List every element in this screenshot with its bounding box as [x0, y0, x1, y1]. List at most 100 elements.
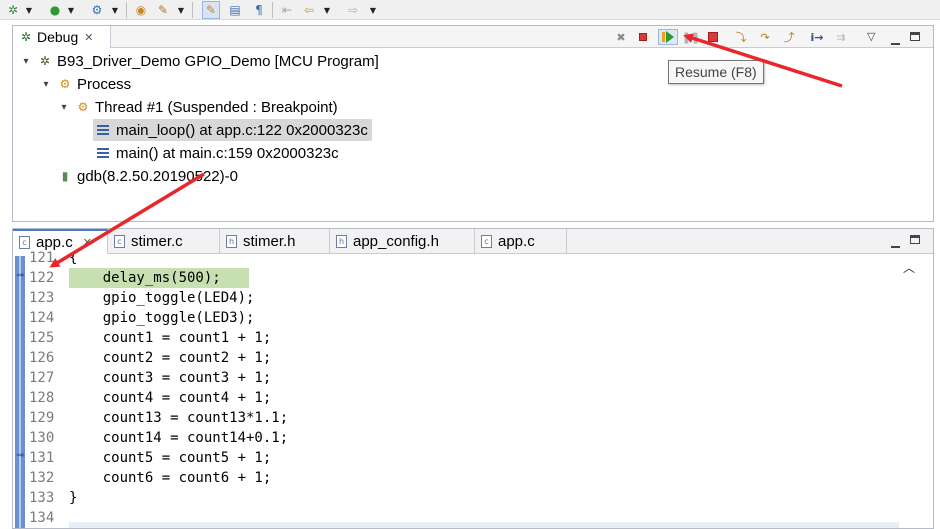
thread-label: Thread #1 (Suspended : Breakpoint)	[95, 98, 338, 116]
annotation-ruler	[15, 256, 25, 528]
search-icon[interactable]: ✎	[154, 1, 172, 19]
code-line[interactable]: count2 = count2 + 1;	[69, 348, 899, 368]
line-number: 129	[29, 410, 55, 426]
line-number: 134	[29, 510, 55, 526]
stack-frame-icon	[97, 125, 109, 135]
step-into-icon[interactable]: ⤵	[733, 29, 749, 45]
toolbar-separator	[126, 2, 127, 18]
stack-frame-label: main() at main.c:159 0x2000323c	[116, 144, 339, 162]
minimize-icon[interactable]	[891, 35, 900, 48]
maximize-icon[interactable]	[910, 31, 920, 44]
line-number: 131	[29, 450, 55, 466]
open-type-icon[interactable]: ◉	[132, 1, 150, 19]
code-line[interactable]: {	[69, 248, 899, 268]
code-line[interactable]: count13 = count13*1.1;	[69, 408, 899, 428]
expand-icon[interactable]: ▾	[41, 79, 51, 90]
current-code-line[interactable]: delay_ms(500);	[69, 268, 899, 288]
line-number: 130	[29, 430, 55, 446]
code-line[interactable]: gpio_toggle(LED3);	[69, 308, 899, 328]
code-area[interactable]: { delay_ms(500); gpio_toggle(LED4); gpio…	[69, 248, 899, 528]
show-whitespace-icon[interactable]: ¶	[250, 1, 268, 19]
line-number: 132	[29, 470, 55, 486]
toolbar-separator	[272, 2, 273, 18]
chevron-down-icon[interactable]: ▼	[24, 1, 34, 19]
stack-frame-main[interactable]: main() at main.c:159 0x2000323c	[93, 142, 343, 164]
process-icon: ⚙	[59, 77, 71, 91]
tree-thread[interactable]: ▾ ⚙ Thread #1 (Suspended : Breakpoint)	[59, 96, 338, 118]
mark-occurrences-icon[interactable]: ✎	[202, 1, 220, 19]
scroll-up-icon[interactable]: ︿	[903, 259, 915, 276]
launch-label: B93_Driver_Demo GPIO_Demo [MCU Program]	[57, 52, 379, 70]
h-file-icon: h	[226, 235, 237, 248]
debug-bug-icon[interactable]: ✲	[4, 1, 22, 19]
close-icon[interactable]: ✕	[84, 31, 93, 44]
terminate-icon[interactable]	[705, 29, 721, 45]
code-line[interactable]: count5 = count5 + 1;	[69, 448, 899, 468]
maximize-icon[interactable]	[910, 234, 920, 247]
stack-frame-icon	[97, 148, 109, 158]
current-line-highlight: delay_ms(500);	[69, 268, 249, 288]
back-icon[interactable]: ⇦	[300, 1, 318, 19]
block-selection-icon[interactable]: ▤	[226, 1, 244, 19]
stop-icon-red[interactable]	[635, 29, 651, 45]
code-line[interactable]: count3 = count3 + 1;	[69, 368, 899, 388]
debug-view-tabbar: ✲ Debug ✕ ✖ ❚❚ ⤵ ↷ ⤴ i→ ⇉ ▽	[13, 26, 933, 48]
tree-process[interactable]: ▾ ⚙ Process	[41, 73, 131, 95]
step-return-icon[interactable]: ⤴	[781, 29, 797, 45]
chevron-down-icon[interactable]: ▼	[176, 1, 186, 19]
code-editor: c app.c ✕ c stimer.c h stimer.h h app_co…	[12, 228, 934, 529]
debug-view: ✲ Debug ✕ ✖ ❚❚ ⤵ ↷ ⤴ i→ ⇉ ▽ ▾ ✲ B93_Driv…	[12, 25, 934, 222]
step-over-icon[interactable]: ↷	[757, 29, 773, 45]
line-numbers: 121 122 123 124 125 126 127 128 129 130 131 132 133 1…	[25, 248, 65, 528]
instruction-pointer-icon: ⇒	[16, 270, 25, 281]
toolbar-separator	[192, 2, 193, 18]
code-line[interactable]: }	[69, 488, 899, 508]
external-tools-icon[interactable]: ⚙	[88, 1, 106, 19]
tab-debug-label: Debug	[37, 29, 79, 45]
view-menu-icon[interactable]: ▽	[867, 30, 875, 43]
line-number: 123	[29, 290, 55, 306]
tree-gdb[interactable]: ▮ gdb(8.2.50.20190522)-0	[57, 165, 238, 187]
resume-tooltip: Resume (F8)	[668, 60, 764, 84]
gdb-label: gdb(8.2.50.20190522)-0	[77, 167, 238, 185]
process-label: Process	[77, 75, 132, 93]
code-line[interactable]: count1 = count1 + 1;	[69, 328, 899, 348]
code-line[interactable]: count6 = count6 + 1;	[69, 468, 899, 488]
code-line[interactable]: gpio_toggle(LED4);	[69, 288, 899, 308]
remove-all-terminated-icon[interactable]: ✖	[613, 29, 629, 45]
chevron-down-icon[interactable]: ▼	[110, 1, 120, 19]
resume-icon	[662, 31, 674, 43]
tab-debug[interactable]: ✲ Debug ✕	[13, 26, 111, 48]
suspend-icon[interactable]: ❚❚	[682, 29, 700, 45]
gdb-process-icon: ▮	[61, 169, 69, 183]
tree-launch[interactable]: ▾ ✲ B93_Driver_Demo GPIO_Demo [MCU Progr…	[21, 50, 379, 72]
launch-bug-icon: ✲	[39, 54, 51, 68]
instruction-stepping-icon[interactable]: i→	[809, 29, 825, 45]
line-number: 128	[29, 390, 55, 406]
expand-icon[interactable]: ▾	[59, 102, 69, 113]
c-file-icon: c	[481, 235, 492, 248]
chevron-down-icon[interactable]: ▼	[322, 1, 332, 19]
line-number: 122	[29, 270, 55, 286]
h-file-icon: h	[336, 235, 347, 248]
horizontal-scrollbar[interactable]	[69, 522, 899, 528]
line-number: 121	[29, 250, 55, 266]
code-line[interactable]: count4 = count4 + 1;	[69, 388, 899, 408]
run-icon[interactable]: ●	[46, 1, 64, 19]
expand-icon[interactable]: ▾	[21, 56, 31, 67]
code-line[interactable]: count14 = count14+0.1;	[69, 428, 899, 448]
c-file-icon: c	[114, 235, 125, 248]
thread-suspended-icon: ⚙	[77, 100, 89, 114]
use-step-filters-icon[interactable]: ⇉	[833, 29, 849, 45]
forward-icon[interactable]: ⇨	[344, 1, 362, 19]
line-number: 127	[29, 370, 55, 386]
chevron-down-icon[interactable]: ▼	[66, 1, 76, 19]
last-edit-location-icon[interactable]: ⇤	[278, 1, 296, 19]
breakpoint-marker-icon: ⇒	[16, 450, 25, 461]
stack-frame-label: main_loop() at app.c:122 0x2000323c	[116, 121, 368, 139]
chevron-down-icon[interactable]: ▼	[368, 1, 378, 19]
line-number: 126	[29, 350, 55, 366]
line-number: 124	[29, 310, 55, 326]
resume-button[interactable]	[658, 29, 678, 45]
stack-frame-main-loop[interactable]: main_loop() at app.c:122 0x2000323c	[93, 119, 372, 141]
